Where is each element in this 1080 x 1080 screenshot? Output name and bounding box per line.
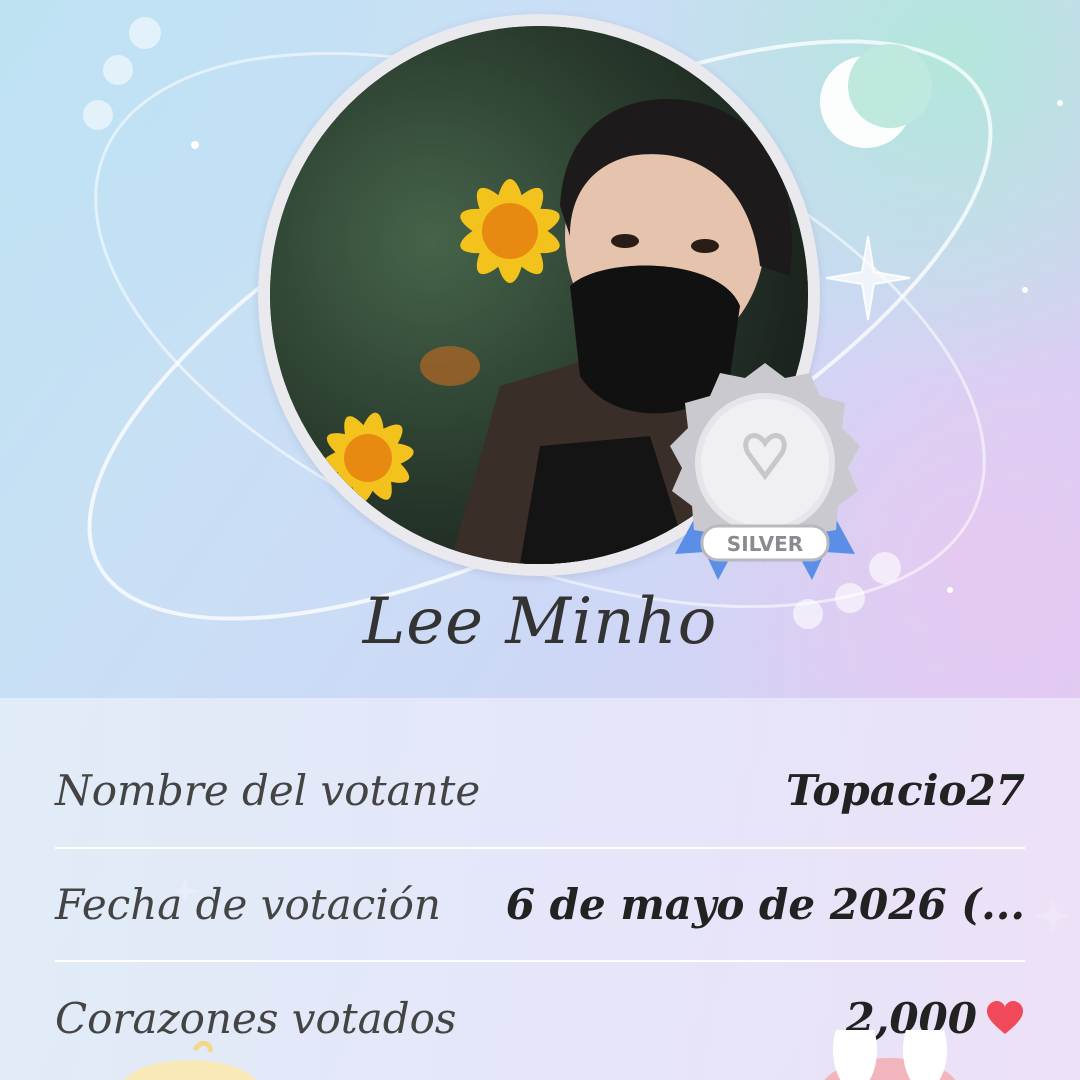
sparkle-icon (825, 235, 911, 321)
vote-date-row: Fecha de votación 6 de mayo de 2026 (... (55, 862, 1025, 946)
vote-date-value: 6 de mayo de 2026 (... (505, 879, 1025, 929)
bottom-characters (124, 1030, 956, 1080)
vote-date-label: Fecha de votación (55, 879, 441, 929)
voter-name-row: Nombre del votante Topacio27 (55, 748, 1025, 832)
voter-name-label: Nombre del votante (55, 765, 481, 815)
moon-icon (820, 44, 932, 148)
row-divider (55, 847, 1025, 849)
badge-tier-label: SILVER (727, 532, 803, 556)
voter-name-value: Topacio27 (785, 765, 1025, 815)
medal-icon: SILVER (670, 363, 860, 580)
artist-name: Lee Minho (362, 585, 718, 659)
row-divider (55, 960, 1025, 962)
